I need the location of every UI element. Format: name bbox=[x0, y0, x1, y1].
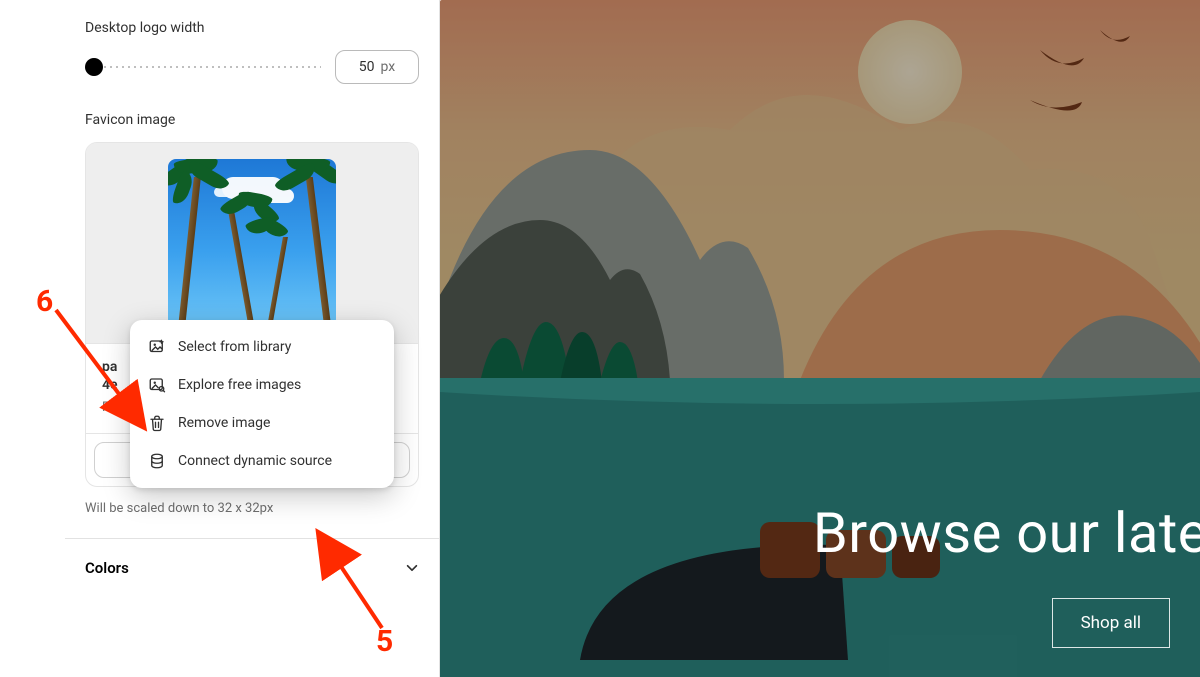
logo-width-label: Desktop logo width bbox=[85, 20, 419, 36]
menu-connect-dynamic-source[interactable]: Connect dynamic source bbox=[138, 442, 386, 480]
logo-width-value: 50 bbox=[359, 59, 375, 75]
logo-width-slider[interactable] bbox=[85, 58, 321, 76]
menu-item-label: Remove image bbox=[178, 415, 270, 431]
logo-width-input[interactable]: 50 px bbox=[335, 50, 419, 84]
favicon-preview[interactable] bbox=[86, 143, 418, 343]
chevron-down-icon bbox=[405, 561, 419, 575]
change-image-menu: Select from library Explore free images … bbox=[130, 320, 394, 488]
menu-explore-free-images[interactable]: Explore free images bbox=[138, 366, 386, 404]
hero-heading: Browse our late bbox=[813, 500, 1200, 566]
theme-preview: Browse our late Shop all bbox=[440, 0, 1200, 677]
image-plus-icon bbox=[148, 338, 166, 356]
menu-item-label: Connect dynamic source bbox=[178, 453, 332, 469]
slider-thumb[interactable] bbox=[85, 58, 103, 76]
colors-section-toggle[interactable]: Colors bbox=[65, 539, 439, 597]
shop-all-label: Shop all bbox=[1081, 613, 1141, 633]
trash-icon bbox=[148, 414, 166, 432]
image-search-icon bbox=[148, 376, 166, 394]
favicon-scale-hint: Will be scaled down to 32 x 32px bbox=[85, 501, 419, 516]
menu-remove-image[interactable]: Remove image bbox=[138, 404, 386, 442]
annotation-6-label: 6 bbox=[36, 284, 53, 319]
favicon-thumbnail bbox=[168, 159, 336, 327]
slider-track bbox=[93, 65, 321, 69]
logo-width-unit: px bbox=[381, 59, 396, 75]
preview-dark-overlay bbox=[440, 0, 1200, 677]
menu-item-label: Explore free images bbox=[178, 377, 301, 393]
menu-item-label: Select from library bbox=[178, 339, 291, 355]
annotation-5-label: 5 bbox=[376, 624, 393, 659]
shop-all-button[interactable]: Shop all bbox=[1052, 598, 1170, 648]
favicon-label: Favicon image bbox=[85, 112, 419, 128]
database-icon bbox=[148, 452, 166, 470]
menu-select-from-library[interactable]: Select from library bbox=[138, 328, 386, 366]
colors-label: Colors bbox=[85, 559, 129, 577]
